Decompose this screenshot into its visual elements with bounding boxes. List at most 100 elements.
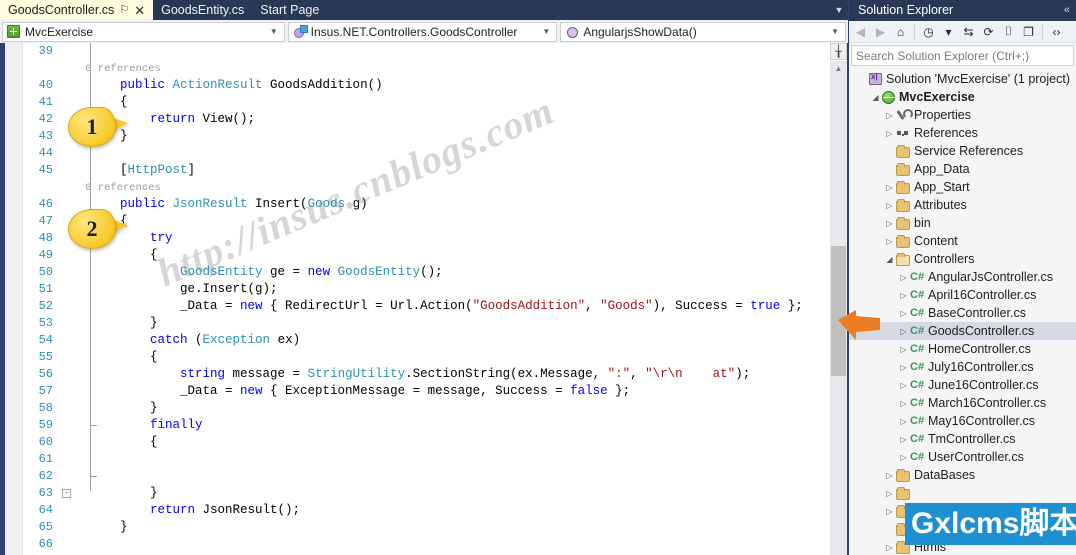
show-all-files-icon[interactable]: ❐	[1019, 22, 1038, 41]
expander-icon[interactable]: ◢	[869, 93, 882, 102]
solution-explorer-tree[interactable]: Solution 'MvcExercise' (1 project) ◢ MvcEx…	[849, 68, 1076, 555]
editor-tab-2[interactable]: Start Page	[252, 0, 327, 20]
tree-item-tmcontroller-cs[interactable]: ▷ C# TmController.cs	[849, 430, 1076, 448]
properties-icon[interactable]: ‹›	[1047, 22, 1066, 41]
collapse-pane-icon[interactable]: «	[1064, 0, 1076, 21]
expander-icon[interactable]: ▷	[897, 417, 910, 426]
tree-item-april16controller-cs[interactable]: ▷ C# April16Controller.cs	[849, 286, 1076, 304]
expander-icon[interactable]: ▷	[897, 453, 910, 462]
expander-icon[interactable]: ▷	[897, 399, 910, 408]
member-dropdown[interactable]: AngularjsShowData() ▼	[560, 21, 846, 42]
tree-item-bin[interactable]: ▷ bin	[849, 214, 1076, 232]
line-number	[23, 179, 53, 196]
line-number-gutter: 39 40 41 42 43 44 45 46 47 48 49 50 51 52 53 54 55 56 57 58…	[23, 43, 53, 555]
expander-icon[interactable]: ▷	[897, 435, 910, 444]
expander-icon[interactable]: ▷	[897, 363, 910, 372]
project-dropdown[interactable]: MvcExercise ▼	[2, 21, 285, 42]
line-number: 61	[38, 452, 53, 466]
tree-item-homecontroller-cs[interactable]: ▷ C# HomeController.cs	[849, 340, 1076, 358]
tree-item-references[interactable]: ▷ References	[849, 124, 1076, 142]
tree-item-content[interactable]: ▷ Content	[849, 232, 1076, 250]
tree-item-angularjscontroller-cs[interactable]: ▷ C# AngularJsController.cs	[849, 268, 1076, 286]
tree-item-attributes[interactable]: ▷ Attributes	[849, 196, 1076, 214]
tree-item-properties[interactable]: ▷ Properties	[849, 106, 1076, 124]
tree-item-label: App_Data	[914, 162, 970, 176]
sync-icon[interactable]: ⇆	[959, 22, 978, 41]
tree-item-june16controller-cs[interactable]: ▷ C# June16Controller.cs	[849, 376, 1076, 394]
tree-item-databases[interactable]: ▷ DataBases	[849, 466, 1076, 484]
tree-item-mvcexercise[interactable]: ◢ MvcExercise	[849, 88, 1076, 106]
expander-icon[interactable]: ▷	[883, 543, 896, 552]
editor-split-button[interactable]: ╁	[830, 43, 847, 60]
code-token: };	[607, 384, 631, 398]
pending-changes-icon[interactable]: ◷	[919, 22, 938, 41]
tree-item[interactable]	[849, 520, 1076, 538]
editor-vertical-scrollbar[interactable]: ▲	[830, 61, 847, 555]
tree-item-basecontroller-cs[interactable]: ▷ C# BaseController.cs	[849, 304, 1076, 322]
expander-icon[interactable]: ▷	[897, 381, 910, 390]
tree-item-march16controller-cs[interactable]: ▷ C# March16Controller.cs	[849, 394, 1076, 412]
code-line: ge.Insert(g);	[60, 281, 848, 298]
forward-icon[interactable]: ▶	[871, 22, 890, 41]
collapse-all-icon[interactable]: ⌷	[999, 22, 1018, 41]
refresh-icon[interactable]: ⟳	[979, 22, 998, 41]
tree-item-solution-mvcexercise-1-project[interactable]: Solution 'MvcExercise' (1 project)	[849, 70, 1076, 88]
expander-icon[interactable]: ◢	[883, 255, 896, 264]
code-token: }	[60, 520, 128, 534]
cs-icon: C#	[910, 289, 925, 301]
tree-item-goodscontroller-cs[interactable]: ▷ C# GoodsController.cs	[849, 322, 1076, 340]
expander-icon[interactable]: ▷	[883, 111, 896, 120]
editor-tab-1[interactable]: GoodsEntity.cs	[153, 0, 252, 20]
pin-icon[interactable]: ⚐	[119, 4, 129, 16]
expander-icon[interactable]: ▷	[883, 507, 896, 516]
expander-icon[interactable]: ▷	[897, 309, 910, 318]
code-editor[interactable]: 39 40 41 42 43 44 45 46 47 48 49 50 51 52 53 54 55 56 57 58…	[0, 43, 848, 555]
tree-item-service-references[interactable]: Service References	[849, 142, 1076, 160]
codelens-references[interactable]: 0 references	[60, 60, 848, 77]
cs-icon: C#	[910, 361, 925, 373]
editor-tab-0[interactable]: GoodsController.cs ⚐ ✕	[0, 0, 154, 20]
codelens-references[interactable]: 0 references	[60, 179, 848, 196]
toolbar-separator	[914, 24, 915, 39]
scroll-up-arrow-icon[interactable]: ▲	[830, 61, 847, 75]
expander-icon[interactable]: ▷	[883, 471, 896, 480]
expander-icon[interactable]: ▷	[883, 183, 896, 192]
expander-icon[interactable]: ▷	[897, 327, 910, 336]
close-icon[interactable]: ✕	[134, 4, 145, 17]
tree-item-label: TmController.cs	[928, 432, 1016, 446]
folder-icon	[896, 540, 910, 554]
expander-icon[interactable]: ▷	[897, 273, 910, 282]
line-number: 42	[38, 112, 53, 126]
scrollbar-thumb[interactable]	[831, 246, 846, 376]
expander-icon[interactable]: ▷	[883, 201, 896, 210]
chevron-down-icon[interactable]: ▾	[939, 22, 958, 41]
editor-tab-label: Start Page	[260, 3, 320, 17]
code-line: try	[60, 230, 848, 247]
expander-icon[interactable]: ▷	[897, 291, 910, 300]
expander-icon[interactable]: ▷	[883, 219, 896, 228]
line-number: 41	[38, 95, 53, 109]
tree-item-app-start[interactable]: ▷ App_Start	[849, 178, 1076, 196]
editor-indicator-margin[interactable]	[5, 43, 23, 555]
code-line: _Data = new { ExceptionMessage = message…	[60, 383, 848, 400]
tree-item-controllers[interactable]: ◢ Controllers	[849, 250, 1076, 268]
expander-icon[interactable]: ▷	[883, 237, 896, 246]
home-icon[interactable]: ⌂	[891, 22, 910, 41]
code-text-area[interactable]: 0 references public ActionResult GoodsAd…	[60, 43, 848, 555]
expander-icon[interactable]: ▷	[883, 129, 896, 138]
tree-item-july16controller-cs[interactable]: ▷ C# July16Controller.cs	[849, 358, 1076, 376]
expander-icon[interactable]: ▷	[883, 489, 896, 498]
tree-item-htmls[interactable]: ▷ Htmls	[849, 538, 1076, 555]
solution-explorer-search-input[interactable]: Search Solution Explorer (Ctrl+;)	[851, 45, 1074, 66]
tree-item[interactable]: ▷	[849, 502, 1076, 520]
folder-icon	[896, 162, 910, 176]
tree-item-usercontroller-cs[interactable]: ▷ C# UserController.cs	[849, 448, 1076, 466]
tab-overflow-icon[interactable]: ▼	[830, 0, 848, 20]
tree-item-app-data[interactable]: App_Data	[849, 160, 1076, 178]
type-dropdown[interactable]: Insus.NET.Controllers.GoodsController ▼	[287, 21, 558, 42]
expander-icon[interactable]: ▷	[897, 345, 910, 354]
tree-item[interactable]: ▷	[849, 484, 1076, 502]
back-icon[interactable]: ◀	[851, 22, 870, 41]
tree-item-may16controller-cs[interactable]: ▷ C# May16Controller.cs	[849, 412, 1076, 430]
